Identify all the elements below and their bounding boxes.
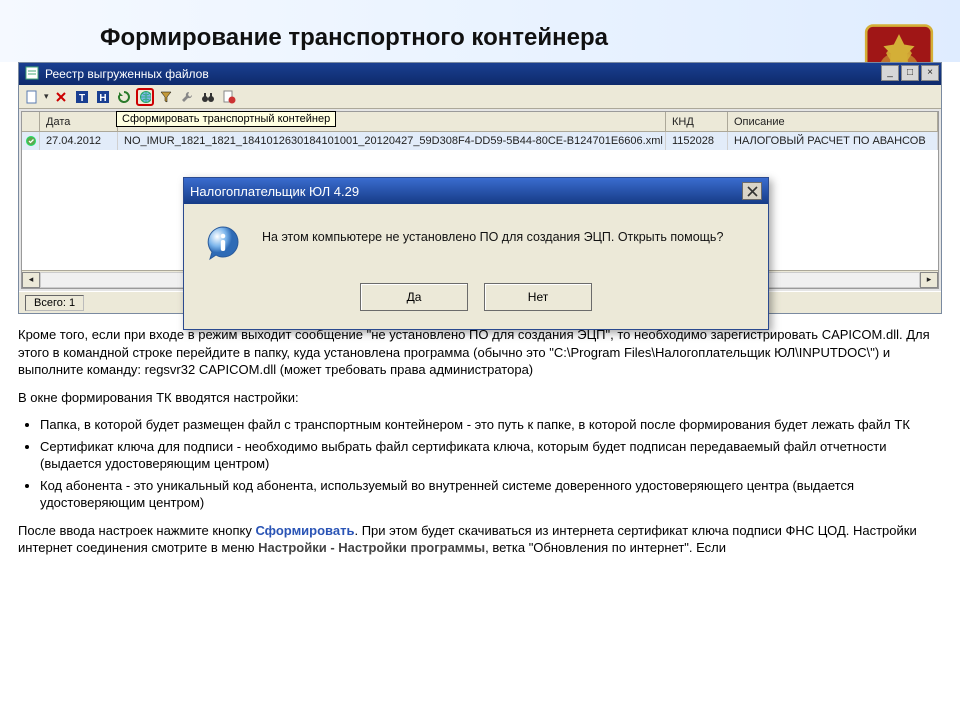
article-p2: В окне формирования ТК вводятся настройк… [18, 389, 942, 407]
minimize-button[interactable]: _ [881, 65, 899, 81]
scroll-left-icon[interactable]: ◂ [22, 272, 40, 288]
col-select[interactable] [22, 112, 40, 131]
row-marker-icon [22, 132, 40, 150]
col-date[interactable]: Дата [40, 112, 118, 131]
globe-icon[interactable] [136, 88, 154, 106]
btn-name-bold: Сформировать [255, 523, 354, 538]
menu-path-bold: Настройки - Настройки программы [258, 540, 485, 555]
article-list: Папка, в которой будет размещен файл с т… [40, 416, 942, 512]
titlebar: Реестр выгруженных файлов _ □ × [19, 63, 941, 85]
binoculars-icon[interactable] [199, 88, 217, 106]
filter-icon[interactable] [157, 88, 175, 106]
article-p1: Кроме того, если при входе в режим выход… [18, 326, 942, 379]
close-icon [747, 186, 758, 197]
info-icon [204, 224, 244, 267]
svg-text:Н: Н [99, 93, 106, 104]
h-icon[interactable]: Н [94, 88, 112, 106]
status-label: Всего: [34, 297, 66, 309]
maximize-button[interactable]: □ [901, 65, 919, 81]
col-knd[interactable]: КНД [666, 112, 728, 131]
delete-icon[interactable] [52, 88, 70, 106]
list-item: Код абонента - это уникальный код абонен… [40, 477, 942, 512]
yes-button[interactable]: Да [360, 283, 468, 311]
close-button[interactable]: × [921, 65, 939, 81]
status-count: 1 [69, 297, 75, 309]
dialog-title: Налогоплательщик ЮЛ 4.29 [190, 184, 359, 199]
row-date: 27.04.2012 [40, 132, 118, 150]
wrench-icon[interactable] [178, 88, 196, 106]
page-heading: Формирование транспортного контейнера [0, 0, 960, 62]
status-total: Всего: 1 [25, 295, 84, 311]
row-knd: 1152028 [666, 132, 728, 150]
t-icon[interactable]: T [73, 88, 91, 106]
doc-check-icon[interactable] [220, 88, 238, 106]
toolbar-tooltip: Сформировать транспортный контейнер [116, 111, 336, 127]
article-p3: После ввода настроек нажмите кнопку Сфор… [18, 522, 942, 557]
list-item: Папка, в которой будет размещен файл с т… [40, 416, 942, 434]
col-file[interactable]: Сформировать транспортный контейнер [118, 112, 666, 131]
new-doc-icon[interactable] [23, 88, 41, 106]
svg-text:T: T [78, 93, 84, 104]
refresh-icon[interactable] [115, 88, 133, 106]
scroll-right-icon[interactable]: ▸ [920, 272, 938, 288]
dialog-message: На этом компьютере не установлено ПО для… [262, 224, 723, 244]
grid-header: Дата Сформировать транспортный контейнер… [22, 112, 938, 132]
dialog-close-button[interactable] [742, 182, 762, 200]
titlebar-text: Реестр выгруженных файлов [45, 67, 209, 81]
col-desc[interactable]: Описание [728, 112, 938, 131]
heading-text: Формирование транспортного контейнера [100, 24, 608, 51]
list-item: Сертификат ключа для подписи - необходим… [40, 438, 942, 473]
row-file: NO_IMUR_1821_1821_1841012630184101001_20… [118, 132, 666, 150]
message-dialog: Налогоплательщик ЮЛ 4.29 На этом компьют… [183, 177, 769, 330]
table-row[interactable]: 27.04.2012 NO_IMUR_1821_1821_18410126301… [22, 132, 938, 150]
dialog-titlebar: Налогоплательщик ЮЛ 4.29 [184, 178, 768, 204]
no-button[interactable]: Нет [484, 283, 592, 311]
article-text: Кроме того, если при входе в режим выход… [0, 314, 960, 579]
toolbar: ▾ T Н [19, 85, 941, 109]
app-icon [25, 66, 39, 83]
row-desc: НАЛОГОВЫЙ РАСЧЕТ ПО АВАНСОВ [728, 132, 938, 150]
app-window: Реестр выгруженных файлов _ □ × ▾ T Н Да… [18, 62, 942, 314]
